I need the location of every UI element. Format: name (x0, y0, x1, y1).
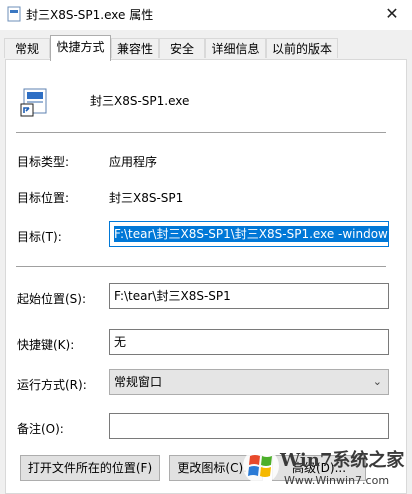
tab-strip: 常规 快捷方式 兼容性 安全 详细信息 以前的版本 (0, 30, 412, 61)
comment-field[interactable] (109, 413, 389, 439)
hotkey-field[interactable]: 无 (109, 329, 389, 355)
tab-details[interactable]: 详细信息 (205, 38, 266, 58)
windows-logo-icon (243, 448, 279, 484)
separator (16, 266, 386, 267)
tab-security[interactable]: 安全 (159, 38, 205, 58)
shortcut-file-icon (7, 6, 21, 22)
target-location-label: 目标位置: (17, 191, 70, 205)
target-field[interactable]: F:\tear\封三X8S-SP1\封三X8S-SP1.exe -window (109, 221, 389, 247)
watermark-url: Www.Winwin7.com (284, 474, 390, 487)
tab-compatibility[interactable]: 兼容性 (111, 38, 159, 58)
title-bar: 封三X8S-SP1.exe 属性 ✕ (0, 0, 412, 30)
tab-general[interactable]: 常规 (4, 38, 50, 58)
tab-shortcut[interactable]: 快捷方式 (50, 35, 111, 61)
target-type-label: 目标类型: (17, 155, 70, 169)
chevron-down-icon: ⌄ (372, 375, 382, 388)
watermark: Win7系统之家 Www.Winwin7.com (236, 440, 412, 494)
shortcut-panel: 封三X8S-SP1.exe 目标类型: 应用程序 目标位置: 封三X8S-SP1… (5, 59, 407, 494)
window-title: 封三X8S-SP1.exe 属性 (26, 8, 154, 22)
target-label: 目标(T): (17, 230, 62, 244)
hotkey-label: 快捷键(K): (17, 338, 75, 352)
watermark-brand: Win7系统之家 (280, 450, 405, 471)
target-value: F:\tear\封三X8S-SP1\封三X8S-SP1.exe -window (114, 226, 388, 242)
run-select[interactable]: 常规窗口 ⌄ (109, 369, 389, 395)
shortcut-app-icon (20, 88, 47, 117)
start-in-label: 起始位置(S): (17, 292, 87, 306)
open-file-location-button[interactable]: 打开文件所在的位置(F) (20, 455, 160, 481)
target-location-value: 封三X8S-SP1 (109, 191, 184, 205)
start-in-field[interactable]: F:\tear\封三X8S-SP1 (109, 283, 389, 309)
run-select-value: 常规窗口 (114, 375, 163, 389)
target-type-value: 应用程序 (109, 155, 158, 169)
tab-previous-versions[interactable]: 以前的版本 (266, 38, 338, 58)
comment-label: 备注(O): (17, 422, 64, 436)
run-label: 运行方式(R): (17, 378, 87, 392)
close-icon[interactable]: ✕ (372, 0, 412, 30)
separator (16, 132, 386, 133)
file-name: 封三X8S-SP1.exe (90, 94, 190, 108)
